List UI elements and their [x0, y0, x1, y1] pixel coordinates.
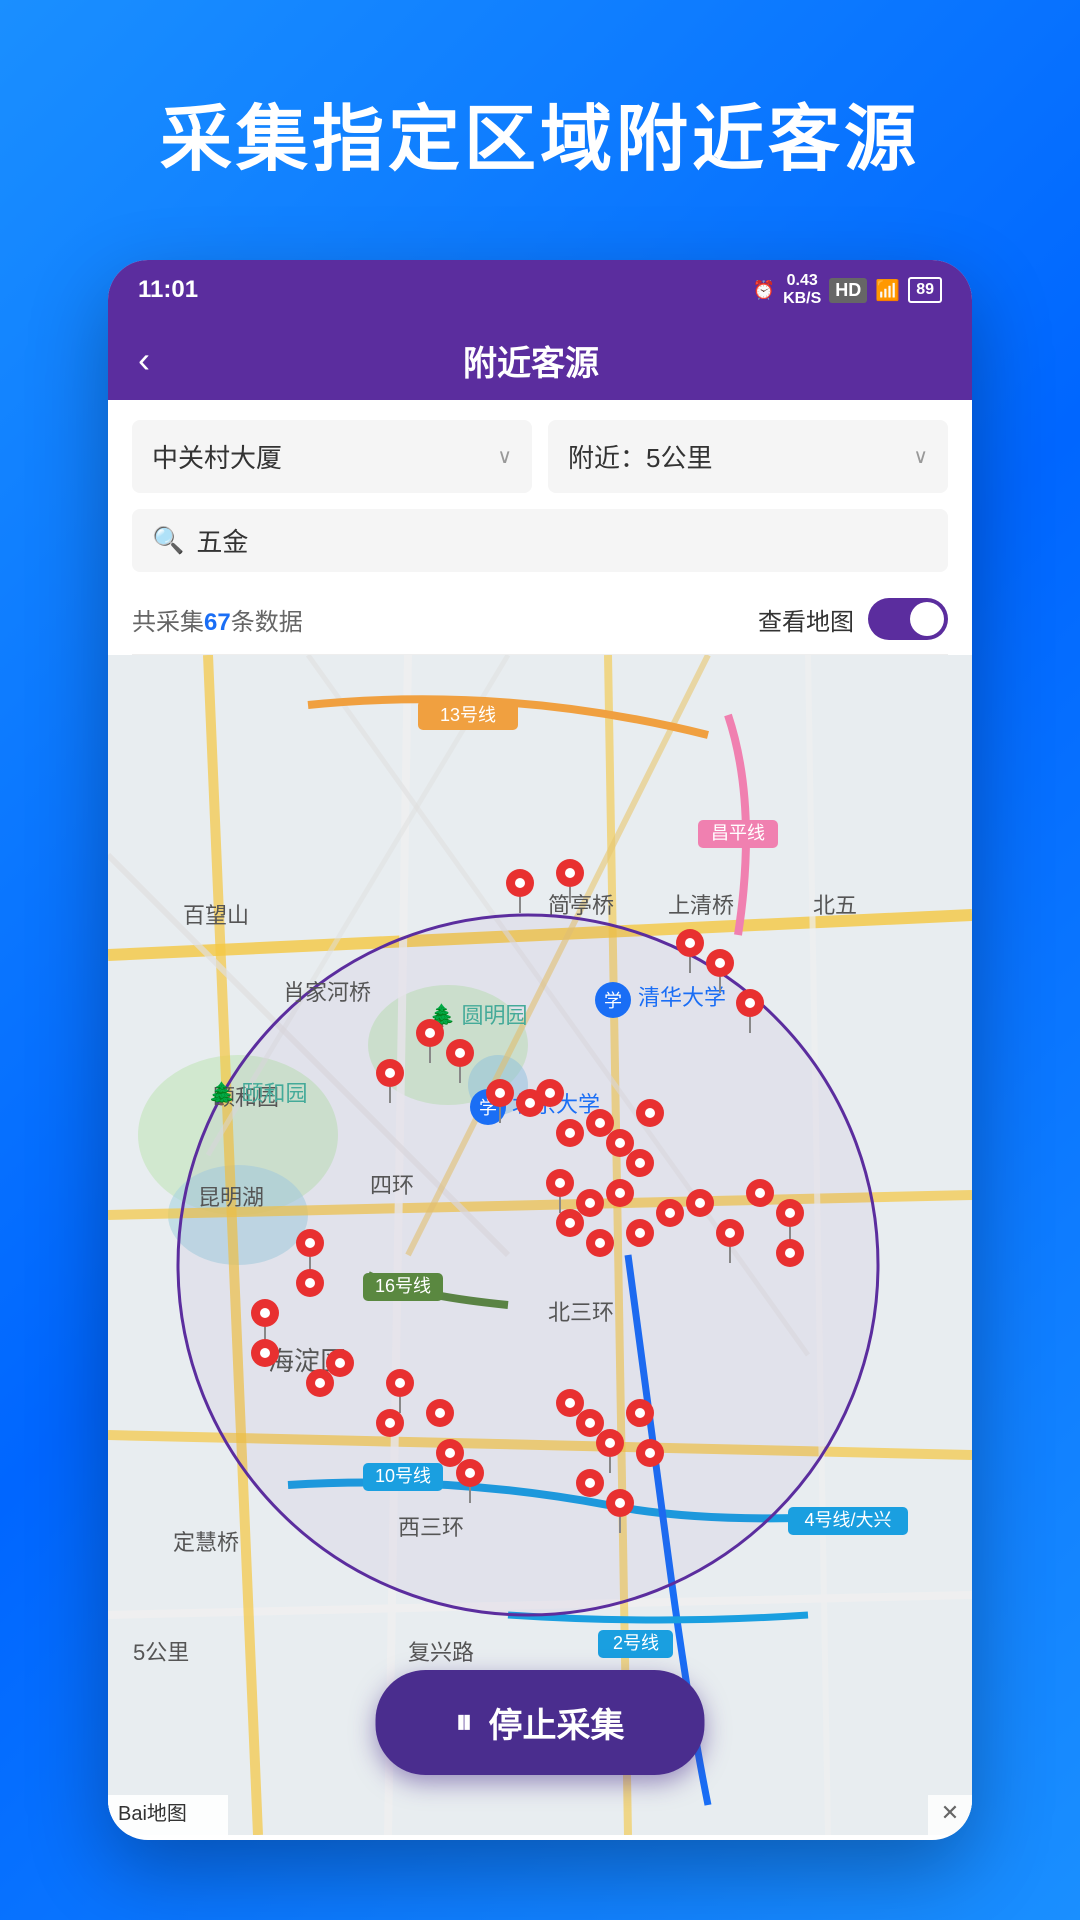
back-button[interactable]: ‹: [138, 339, 150, 381]
toggle-thumb: [910, 602, 944, 636]
svg-text:10号线: 10号线: [375, 1466, 431, 1486]
svg-text:简亭桥: 简亭桥: [548, 893, 614, 918]
map-area: 13号线 昌平线 16号线 10号线 4号线/大兴 2号线 百望山 肖家河桥 颐…: [108, 655, 972, 1835]
stats-row: 共采集67条数据 查看地图: [132, 588, 948, 655]
svg-text:2号线: 2号线: [613, 1633, 659, 1653]
nav-title: 附近客源: [170, 336, 892, 385]
svg-text:复兴路: 复兴路: [408, 1640, 474, 1665]
svg-text:清华大学: 清华大学: [638, 985, 726, 1010]
svg-text:Bai地图: Bai地图: [118, 1802, 187, 1825]
svg-text:13号线: 13号线: [440, 705, 496, 725]
alarm-icon: ⏰: [753, 280, 775, 301]
hd-badge: HD: [829, 278, 867, 303]
svg-text:北三环: 北三环: [548, 1300, 614, 1325]
svg-text:肖家河桥: 肖家河桥: [283, 980, 371, 1005]
svg-text:🌲 颐和园: 🌲 颐和园: [208, 1081, 308, 1106]
svg-text:昆明湖: 昆明湖: [198, 1185, 264, 1210]
stats-count: 67: [204, 609, 231, 636]
svg-text:北五: 北五: [813, 893, 857, 918]
svg-text:百望山: 百望山: [183, 903, 249, 928]
phone-frame: 11:01 ⏰ 0.43KB/S HD 📶 89 ‹ 附近客源 中关村大厦 ∨: [108, 260, 972, 1840]
dropdowns-row: 中关村大厦 ∨ 附近：5公里 ∨: [132, 420, 948, 493]
map-toggle[interactable]: [868, 598, 948, 640]
map-toggle-area: 查看地图: [758, 598, 948, 640]
nearby-arrow-icon: ∨: [913, 444, 928, 469]
nav-bar: ‹ 附近客源: [108, 320, 972, 400]
svg-text:4号线/大兴: 4号线/大兴: [804, 1510, 891, 1530]
pause-icon: ⏸: [456, 1703, 473, 1742]
location-label: 中关村大厦: [152, 438, 282, 475]
battery-icon: 89: [908, 277, 942, 303]
svg-text:5公里: 5公里: [133, 1640, 189, 1665]
svg-text:上清桥: 上清桥: [668, 893, 734, 918]
bottom-btn-area: ⏸ 停止采集: [376, 1670, 705, 1775]
svg-text:✕: ✕: [941, 1800, 959, 1825]
location-dropdown[interactable]: 中关村大厦 ∨: [132, 420, 532, 493]
stop-collection-button[interactable]: ⏸ 停止采集: [376, 1670, 705, 1775]
svg-text:16号线: 16号线: [375, 1276, 431, 1296]
location-arrow-icon: ∨: [497, 444, 512, 469]
nearby-label: 附近：5公里: [568, 438, 712, 475]
nearby-dropdown[interactable]: 附近：5公里 ∨: [548, 420, 948, 493]
search-icon: 🔍: [152, 525, 184, 556]
search-bar: 🔍: [132, 509, 948, 572]
page-background: 采集指定区域附近客源 11:01 ⏰ 0.43KB/S HD 📶 89 ‹ 附近…: [0, 0, 1080, 245]
search-input[interactable]: [196, 525, 928, 556]
page-title: 采集指定区域附近客源: [0, 0, 1080, 245]
map-view-label: 查看地图: [758, 602, 854, 637]
status-icons: ⏰ 0.43KB/S HD 📶 89: [753, 272, 942, 307]
network-icon: 📶: [875, 278, 900, 303]
status-time: 11:01: [138, 276, 198, 304]
svg-text:西三环: 西三环: [398, 1515, 464, 1540]
status-speed: 0.43KB/S: [783, 272, 821, 307]
svg-text:定慧桥: 定慧桥: [173, 1530, 239, 1555]
status-bar: 11:01 ⏰ 0.43KB/S HD 📶 89: [108, 260, 972, 320]
svg-text:学: 学: [604, 991, 622, 1011]
svg-text:昌平线: 昌平线: [711, 823, 765, 843]
svg-text:四环: 四环: [370, 1173, 414, 1198]
svg-text:🌲 圆明园: 🌲 圆明园: [428, 1003, 528, 1028]
stop-label: 停止采集: [489, 1698, 625, 1747]
stats-text: 共采集67条数据: [132, 602, 303, 637]
controls-area: 中关村大厦 ∨ 附近：5公里 ∨ 🔍 共采集67条数据 查看地图: [108, 400, 972, 655]
